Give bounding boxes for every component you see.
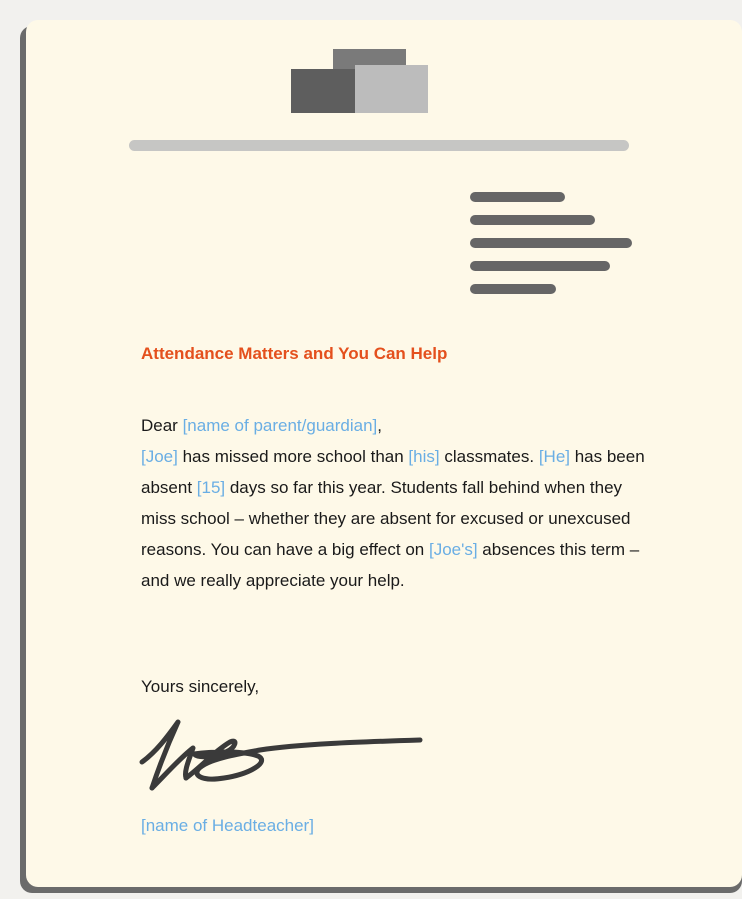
signature-icon [139,719,423,791]
letter-title: Attendance Matters and You Can Help [141,344,448,363]
address-line [470,215,595,225]
address-block [470,192,634,298]
placeholder-days: [15] [196,478,226,497]
salutation: Dear [name of parent/guardian], [141,416,382,435]
header-divider [129,140,629,151]
placeholder-pronoun-possessive: [his] [408,447,440,466]
address-line [470,192,565,202]
letter-page: Attendance Matters and You Can Help Dear… [26,20,742,887]
placeholder-child-possessive: [Joe's] [428,540,478,559]
school-logo-icon [291,49,428,113]
letter-body: Dear [name of parent/guardian], [Joe] ha… [141,410,661,596]
closing: Yours sincerely, [141,677,260,696]
placeholder-pronoun-subject: [He] [538,447,570,466]
headteacher-name: [name of Headteacher] [141,816,314,835]
placeholder-recipient: [name of parent/guardian] [182,416,378,435]
placeholder-child-name: [Joe] [141,447,178,466]
address-line [470,284,556,294]
address-line [470,261,610,271]
body-paragraph: [Joe] has missed more school than [his] … [141,447,645,590]
address-line [470,238,632,248]
